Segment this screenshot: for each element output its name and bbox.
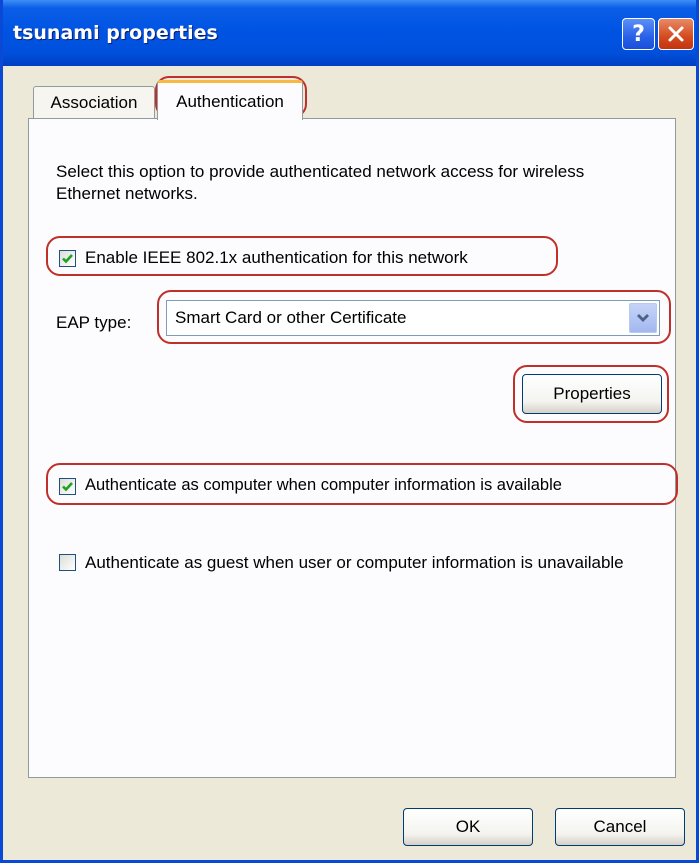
eap-type-select[interactable]: Smart Card or other Certificate [166,300,660,336]
checkmark-icon [62,482,73,492]
auth-as-computer-label[interactable]: Authenticate as computer when computer i… [85,474,562,496]
help-button[interactable]: ? [622,18,655,50]
auth-as-guest-checkbox[interactable] [59,554,76,571]
description-text: Select this option to provide authentica… [56,162,585,203]
cancel-button[interactable]: Cancel [555,808,685,846]
tab-authentication[interactable]: Authentication [157,80,303,120]
tab-association[interactable]: Association [33,86,155,118]
close-button[interactable] [658,18,694,50]
title-bar[interactable]: tsunami properties ? [3,0,696,66]
authentication-panel [28,118,676,778]
properties-dialog: tsunami properties ? Association Authent… [0,0,699,863]
eap-type-label: EAP type: [56,313,132,332]
properties-button[interactable]: Properties [522,374,662,414]
window-title: tsunami properties [13,22,218,44]
auth-as-computer-checkbox[interactable] [59,478,76,495]
chevron-down-icon [637,314,649,322]
ok-button[interactable]: OK [403,808,533,846]
dropdown-button[interactable] [629,303,657,333]
auth-as-guest-label[interactable]: Authenticate as guest when user or compu… [85,552,645,574]
checkmark-icon [62,254,73,264]
help-icon: ? [632,21,645,47]
enable-8021x-checkbox[interactable] [59,250,76,267]
close-icon [668,26,684,42]
enable-8021x-label[interactable]: Enable IEEE 802.1x authentication for th… [85,247,468,269]
eap-type-value: Smart Card or other Certificate [175,308,407,327]
